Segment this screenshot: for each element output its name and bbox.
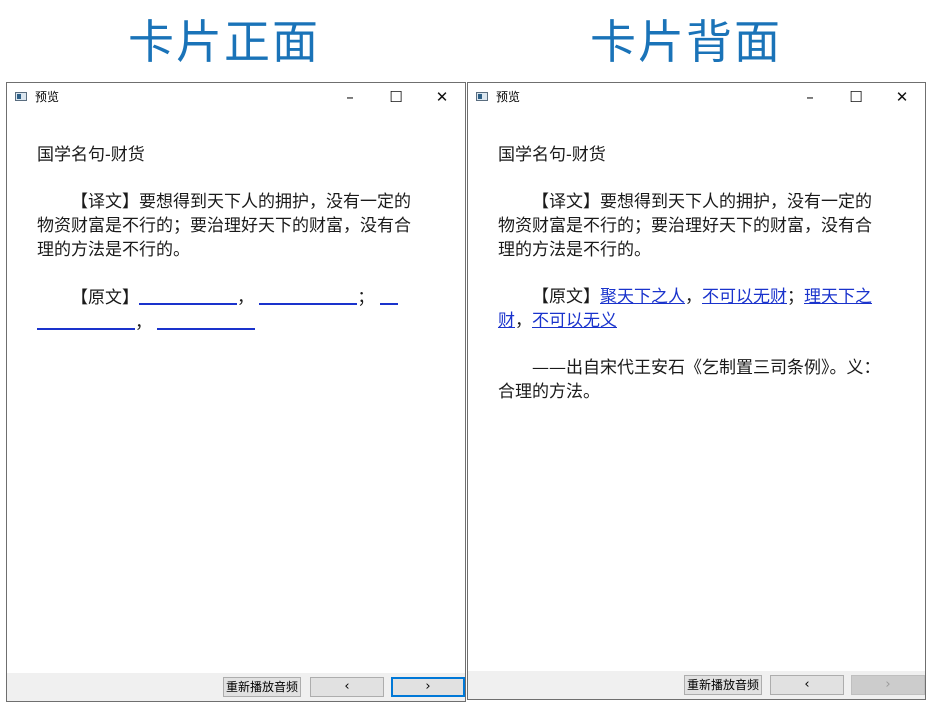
punct-comma: ，: [237, 288, 254, 308]
preview-window-front: 预览 – ☐ ✕ 国学名句-财货 【译文】要想得到天下人的拥护，没有一定的物资财…: [6, 82, 466, 702]
card-title: 国学名句-财货: [498, 145, 606, 165]
maximize-button[interactable]: ☐: [373, 83, 419, 111]
cloze-blank-2: [259, 285, 358, 305]
cloze-blank-1: [139, 285, 237, 305]
close-button[interactable]: ✕: [419, 83, 465, 111]
card-content: 国学名句-财货 【译文】要想得到天下人的拥护，没有一定的物资财富是不行的；要治理…: [37, 143, 423, 358]
original-text: 【原文】 ， ； ，: [37, 285, 423, 335]
previous-button[interactable]: ‹: [310, 677, 384, 697]
cloze-answer-4: 不可以无义: [532, 311, 617, 331]
next-button[interactable]: ›: [851, 675, 925, 695]
cloze-answer-1: 聚天下之人: [600, 287, 685, 307]
minimize-button[interactable]: –: [787, 83, 833, 111]
preview-window-back: 预览 – ☐ ✕ 国学名句-财货 【译文】要想得到天下人的拥护，没有一定的物资财…: [467, 82, 926, 700]
comparison-page: 卡片正面 卡片背面 预览 – ☐ ✕ 国学名句-财货 【译文】要想得到天下人的拥…: [0, 0, 932, 706]
footer-bar: 重新播放音频 ‹ ›: [468, 671, 925, 699]
footer-bar: 重新播放音频 ‹ ›: [7, 673, 465, 701]
translation-text: 【译文】要想得到天下人的拥护，没有一定的物资财富是不行的；要治理好天下的财富，没…: [498, 192, 872, 260]
punct-comma: ，: [685, 287, 702, 307]
punct-semicolon: ；: [357, 288, 375, 308]
previous-button[interactable]: ‹: [770, 675, 844, 695]
maximize-button[interactable]: ☐: [833, 83, 879, 111]
cloze-blank-4: [157, 310, 256, 330]
next-button[interactable]: ›: [391, 677, 465, 697]
window-title: 预览: [496, 90, 521, 104]
card-title: 国学名句-财货: [37, 145, 145, 165]
back-card-heading: 卡片背面: [590, 15, 782, 69]
minimize-button[interactable]: –: [327, 83, 373, 111]
window-title: 预览: [35, 90, 60, 104]
original-text: 【原文】聚天下之人，不可以无财；理天下之财，不可以无义: [498, 285, 884, 333]
card-content: 国学名句-财货 【译文】要想得到天下人的拥护，没有一定的物资财富是不行的；要治理…: [498, 143, 884, 427]
cloze-blank-3: [379, 285, 398, 305]
replay-audio-button[interactable]: 重新播放音频: [684, 675, 762, 695]
translation-text: 【译文】要想得到天下人的拥护，没有一定的物资财富是不行的；要治理好天下的财富，没…: [37, 192, 411, 260]
title-bar[interactable]: 预览 – ☐ ✕: [468, 83, 925, 111]
cloze-answer-2: 不可以无财: [702, 287, 787, 307]
original-label: 【原文】: [71, 288, 139, 308]
punct-semicolon: ；: [787, 287, 804, 307]
app-icon: [15, 92, 27, 101]
replay-audio-button[interactable]: 重新播放音频: [223, 677, 301, 697]
punct-comma: ，: [515, 311, 532, 331]
front-card-heading: 卡片正面: [128, 15, 320, 69]
punct-comma: ，: [135, 313, 152, 333]
title-bar[interactable]: 预览 – ☐ ✕: [7, 83, 465, 111]
close-button[interactable]: ✕: [879, 83, 925, 111]
cloze-blank-3-cont: [37, 310, 135, 330]
original-label: 【原文】: [532, 287, 600, 307]
source-note: ——出自宋代王安石《乞制置三司条例》。义：合理的方法。: [498, 358, 881, 402]
app-icon: [476, 92, 488, 101]
